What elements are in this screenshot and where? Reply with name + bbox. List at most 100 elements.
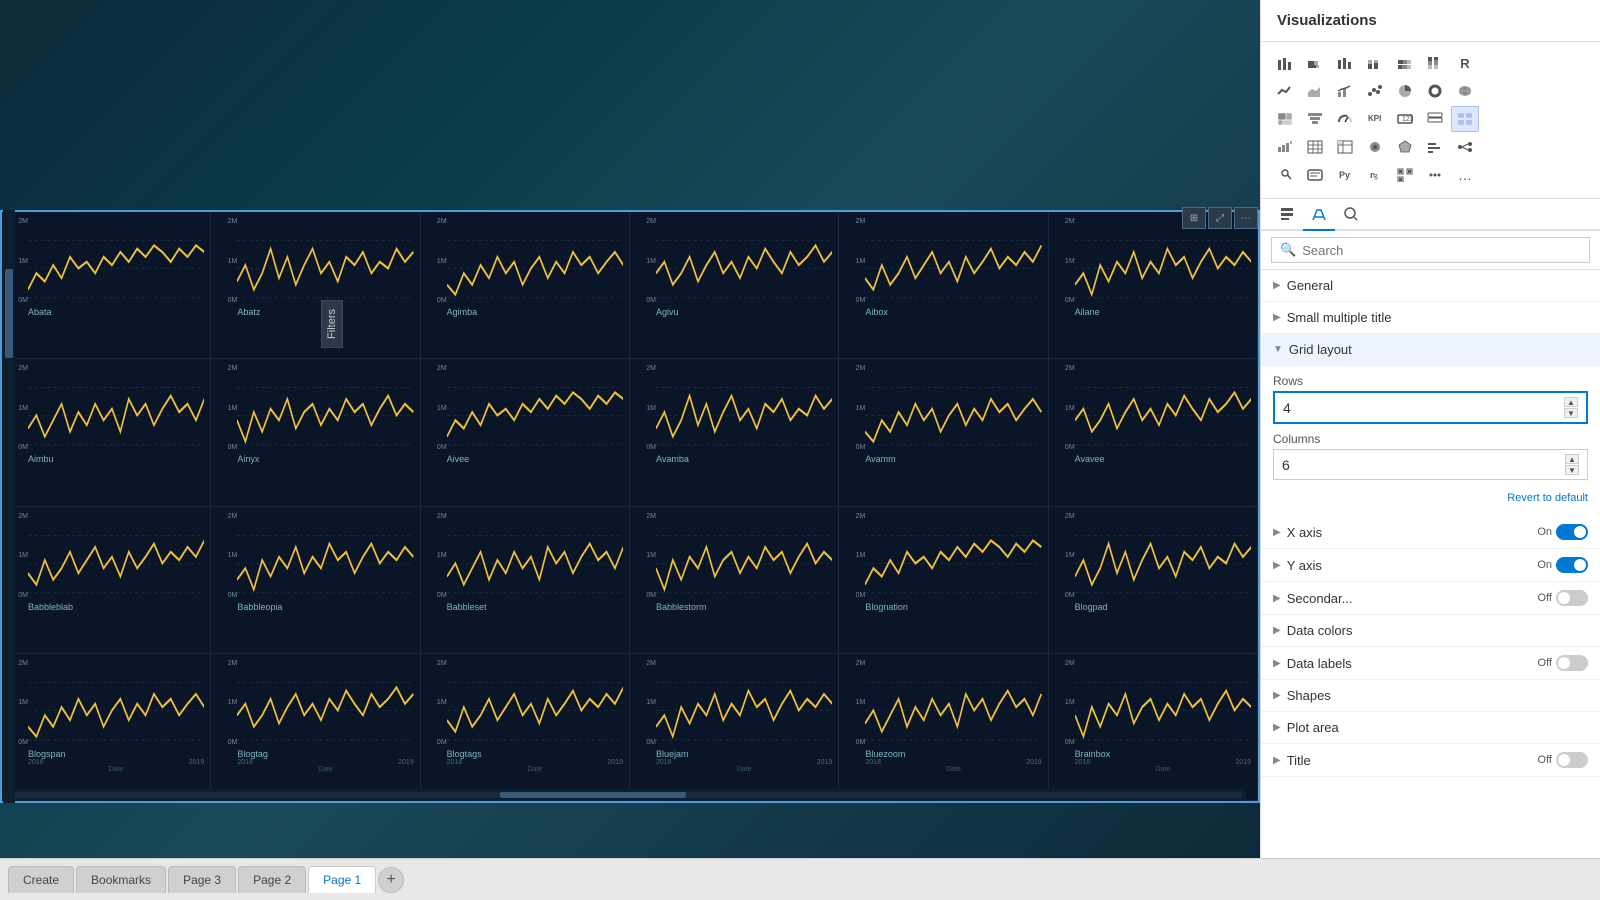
- format-row-plot-area[interactable]: ▶ Plot area: [1261, 712, 1600, 744]
- viz-icon-azure-map[interactable]: [1361, 134, 1389, 160]
- format-row-x-axis[interactable]: ▶ X axis On: [1261, 516, 1600, 549]
- filters-tab[interactable]: Filters: [321, 300, 343, 348]
- viz-icon-matrix[interactable]: [1331, 134, 1359, 160]
- chart-cell-avamm[interactable]: 2M 1M 0M Avamm: [839, 359, 1048, 506]
- viz-icon-scatter[interactable]: [1361, 78, 1389, 104]
- format-row-shapes[interactable]: ▶ Shapes: [1261, 680, 1600, 712]
- data-labels-toggle[interactable]: [1556, 655, 1588, 671]
- chart-cell-ailane[interactable]: 2M 1M 0M Ailane: [1049, 212, 1258, 359]
- viz-icon-shape-map[interactable]: [1391, 134, 1419, 160]
- columns-spin-down[interactable]: ▼: [1565, 465, 1579, 475]
- viz-icon-kpi[interactable]: KPI: [1361, 106, 1389, 132]
- tab-page2[interactable]: Page 2: [238, 866, 306, 893]
- tab-bookmarks[interactable]: Bookmarks: [76, 866, 166, 893]
- chart-horizontal-scrollbar[interactable]: [2, 789, 1246, 801]
- viz-icon-table[interactable]: [1301, 134, 1329, 160]
- format-row-y-axis[interactable]: ▶ Y axis On: [1261, 549, 1600, 582]
- viz-icon-filled-map[interactable]: [1451, 78, 1479, 104]
- rows-input[interactable]: [1283, 400, 1323, 416]
- viz-icon-bar[interactable]: [1271, 50, 1299, 76]
- tab-page1[interactable]: Page 1: [308, 866, 376, 893]
- viz-icon-pie[interactable]: [1391, 78, 1419, 104]
- chart-cell-avamba[interactable]: 2M 1M 0M Avamba: [630, 359, 839, 506]
- format-row-data-labels[interactable]: ▶ Data labels Off: [1261, 647, 1600, 680]
- chart-cell-abata[interactable]: 2M 1M 0M Abata: [2, 212, 211, 359]
- columns-input-field[interactable]: ▲ ▼: [1273, 449, 1588, 480]
- chart-vertical-scrollbar[interactable]: [3, 210, 15, 803]
- tab-analytics[interactable]: [1335, 199, 1367, 231]
- format-row-secondary[interactable]: ▶ Secondar... Off: [1261, 582, 1600, 615]
- viz-icon-funnel[interactable]: [1301, 106, 1329, 132]
- viz-icon-100pct-column[interactable]: [1421, 50, 1449, 76]
- viz-icon-donut[interactable]: [1421, 78, 1449, 104]
- viz-icon-more[interactable]: [1421, 162, 1449, 188]
- chart-cell-aibox[interactable]: 2M 1M 0M Aibox: [839, 212, 1048, 359]
- tab-fields[interactable]: [1271, 199, 1303, 231]
- format-row-grid-layout[interactable]: ▼ Grid layout Rows ▲ ▼: [1261, 334, 1600, 516]
- viz-icon-r-script[interactable]: rꜩ: [1361, 162, 1389, 188]
- revert-to-default-button[interactable]: Revert to default: [1273, 488, 1588, 508]
- search-input[interactable]: [1302, 243, 1581, 258]
- chart-cell-abatz[interactable]: 2M 1M 0M Abatz: [211, 212, 420, 359]
- chart-cell-ainyx[interactable]: 2M 1M 0M Ainyx: [211, 359, 420, 506]
- viz-icon-python[interactable]: Py: [1331, 162, 1359, 188]
- viz-icon-combo[interactable]: [1331, 78, 1359, 104]
- viz-icon-stacked-bar[interactable]: [1301, 50, 1329, 76]
- chart-cell-blognation[interactable]: 2M 1M 0M Blognation: [839, 507, 1048, 654]
- rows-input-field[interactable]: ▲ ▼: [1273, 391, 1588, 424]
- chart-cell-babbleopia[interactable]: 2M 1M 0M Babbleopia: [211, 507, 420, 654]
- viz-icon-ellipsis[interactable]: …: [1451, 162, 1479, 188]
- small-multiples-container[interactable]: 2M 1M 0M Abata 2M: [0, 210, 1260, 803]
- chart-cell-bluejam[interactable]: 2M 1M 0M Bluejam 2018 2019: [630, 654, 839, 801]
- chart-cell-blogtags[interactable]: 2M 1M 0M Blogtags 2018 2019: [421, 654, 630, 801]
- chart-focus-btn[interactable]: ⊞: [1182, 207, 1206, 229]
- columns-input[interactable]: [1282, 457, 1322, 473]
- viz-icon-waterfall[interactable]: [1271, 134, 1299, 160]
- format-row-data-colors[interactable]: ▶ Data colors: [1261, 615, 1600, 647]
- chart-cell-brainbox[interactable]: 2M 1M 0M Brainbox 2018 2019: [1049, 654, 1258, 801]
- tab-page3[interactable]: Page 3: [168, 866, 236, 893]
- viz-icon-key-influencer[interactable]: [1271, 162, 1299, 188]
- chart-cell-bluezoom[interactable]: 2M 1M 0M Bluezoom 2018 2019: [839, 654, 1048, 801]
- viz-icon-small-multiple[interactable]: [1451, 106, 1479, 132]
- rows-spin-down[interactable]: ▼: [1564, 408, 1578, 418]
- chart-more-btn[interactable]: ⋯: [1234, 207, 1258, 229]
- format-row-small-multiple-title[interactable]: ▶ Small multiple title: [1261, 302, 1600, 334]
- add-page-button[interactable]: +: [378, 867, 404, 893]
- title-toggle[interactable]: [1556, 752, 1588, 768]
- format-row-general[interactable]: ▶ General: [1261, 270, 1600, 302]
- viz-icon-line[interactable]: [1271, 78, 1299, 104]
- viz-icon-slicer[interactable]: [1421, 134, 1449, 160]
- viz-icon-decomp-tree[interactable]: [1451, 134, 1479, 160]
- viz-icon-multirow-card[interactable]: [1421, 106, 1449, 132]
- viz-icon-r[interactable]: R: [1451, 50, 1479, 76]
- chart-cell-agimba[interactable]: 2M 1M 0M Agimba: [421, 212, 630, 359]
- viz-icon-card[interactable]: 123: [1391, 106, 1419, 132]
- x-axis-toggle[interactable]: [1556, 524, 1588, 540]
- chart-cell-babbleset[interactable]: 2M 1M 0M Babbleset: [421, 507, 630, 654]
- chart-cell-blogspan[interactable]: 2M 1M 0M Blogspan 2018 2019: [2, 654, 211, 801]
- tab-create[interactable]: Create: [8, 866, 74, 893]
- chart-cell-blogpad[interactable]: 2M 1M 0M Blogpad: [1049, 507, 1258, 654]
- secondary-toggle[interactable]: [1556, 590, 1588, 606]
- chart-cell-babbleblab[interactable]: 2M 1M 0M Babbleblab: [2, 507, 211, 654]
- viz-icon-smart-narrative[interactable]: [1301, 162, 1329, 188]
- viz-icon-gauge[interactable]: [1331, 106, 1359, 132]
- rows-spin-up[interactable]: ▲: [1564, 397, 1578, 407]
- format-row-title[interactable]: ▶ Title Off: [1261, 744, 1600, 777]
- tab-format[interactable]: [1303, 199, 1335, 231]
- viz-icon-column[interactable]: [1331, 50, 1359, 76]
- search-box[interactable]: 🔍: [1271, 237, 1590, 263]
- chart-cell-babblestorm[interactable]: 2M 1M 0M Babblestorm: [630, 507, 839, 654]
- chart-cell-agivu[interactable]: 2M 1M 0M Agivu: [630, 212, 839, 359]
- viz-icon-qr[interactable]: [1391, 162, 1419, 188]
- y-axis-toggle[interactable]: [1556, 557, 1588, 573]
- viz-icon-100pct-bar[interactable]: [1391, 50, 1419, 76]
- chart-expand-btn[interactable]: ⤢: [1208, 207, 1232, 229]
- chart-cell-avavee[interactable]: 2M 1M 0M Avavee: [1049, 359, 1258, 506]
- viz-icon-treemap[interactable]: [1271, 106, 1299, 132]
- viz-icon-stacked-column[interactable]: [1361, 50, 1389, 76]
- columns-spin-up[interactable]: ▲: [1565, 454, 1579, 464]
- viz-icon-area[interactable]: [1301, 78, 1329, 104]
- chart-cell-aimbu[interactable]: 2M 1M 0M Aimbu: [2, 359, 211, 506]
